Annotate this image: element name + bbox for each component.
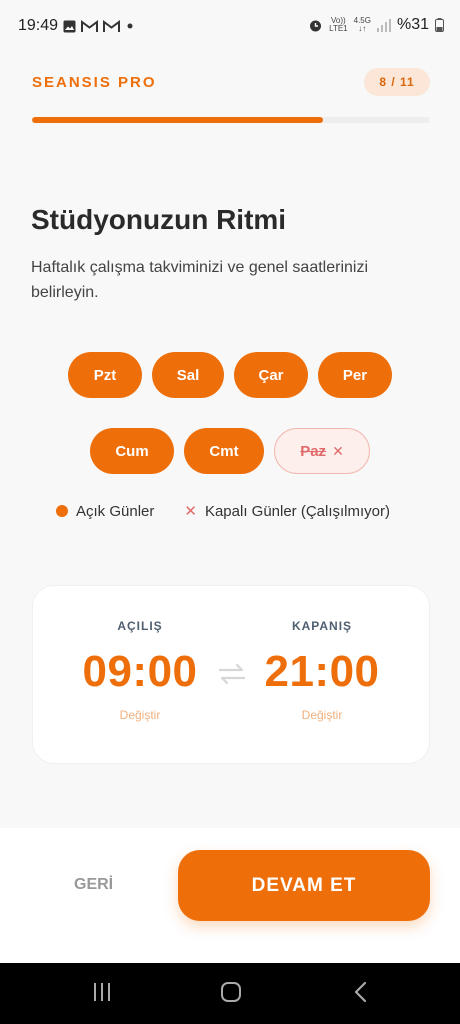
day-chip-cmt[interactable]: Cmt [184,428,264,474]
open-dot-icon [56,505,68,517]
signal-icon [376,18,391,32]
brand-title: SEANSIS PRO [32,74,157,91]
close-icon: ✕ [332,442,344,459]
day-chips-row-2: Cum Cmt Paz ✕ [0,428,460,474]
closing-time[interactable]: 21:00 [247,647,397,697]
opening-change-link[interactable]: Değiştir [65,708,215,722]
closed-x-icon: ✕ [184,503,197,520]
image-icon [63,20,76,32]
back-button[interactable]: GERİ [74,876,113,894]
opening-time[interactable]: 09:00 [65,647,215,697]
day-chip-cum[interactable]: Cum [90,428,174,474]
page-subtitle: Haftalık çalışma takviminizi ve genel sa… [31,259,369,301]
opening-hours: AÇILIŞ 09:00 Değiştir [65,586,215,722]
gmail-icon [103,19,121,32]
alarm-icon [310,20,322,31]
progress-bar [32,117,430,123]
status-left: 19:49 [18,17,135,35]
status-time: 19:49 [18,17,59,34]
recent-apps-icon[interactable] [92,981,112,1003]
day-chip-car[interactable]: Çar [234,352,308,398]
swap-arrows-icon [218,663,246,685]
day-chip-paz[interactable]: Paz ✕ [274,428,370,474]
day-chip-per[interactable]: Per [318,352,392,398]
page-title: Stüdyonuzun Ritmi [31,204,287,235]
status-bar: 19:49 Vo)) LTE1 4.5G ↓↑ %31 [0,0,460,52]
volte-indicator: Vo)) LTE1 [329,16,348,33]
opening-label: AÇILIŞ [117,619,163,633]
closing-hours: KAPANIŞ 21:00 Değiştir [247,586,397,722]
closing-change-link[interactable]: Değiştir [247,708,397,722]
day-chips-row-1: Pzt Sal Çar Per [0,352,460,398]
legend-closed-label: Kapalı Günler (Çalışılmıyor) [204,502,391,520]
continue-button[interactable]: DEVAM ET [178,850,430,921]
closing-label: KAPANIŞ [291,619,353,633]
battery-icon [435,18,444,32]
back-nav-icon[interactable] [352,981,368,1003]
step-badge: 8 / 11 [364,68,430,96]
home-icon[interactable] [220,981,242,1003]
system-nav-bar [0,963,460,1024]
gmail-icon [81,19,99,32]
hours-card: AÇILIŞ 09:00 Değiştir KAPANIŞ 21:00 Deği… [32,585,430,764]
network-indicator: 4.5G ↓↑ [353,16,371,33]
day-chip-pzt[interactable]: Pzt [68,352,142,398]
legend-open-label: Açık Günler [76,502,155,520]
bottom-action-bar: GERİ DEVAM ET [0,828,460,963]
legend: Açık Günler ✕ Kapalı Günler (Çalışılmıyo… [56,502,390,520]
battery-percent: %31 [396,16,429,33]
status-right: Vo)) LTE1 4.5G ↓↑ %31 [308,16,444,34]
day-chip-sal[interactable]: Sal [152,352,224,398]
progress-fill [32,117,323,123]
dot-icon [127,23,133,29]
